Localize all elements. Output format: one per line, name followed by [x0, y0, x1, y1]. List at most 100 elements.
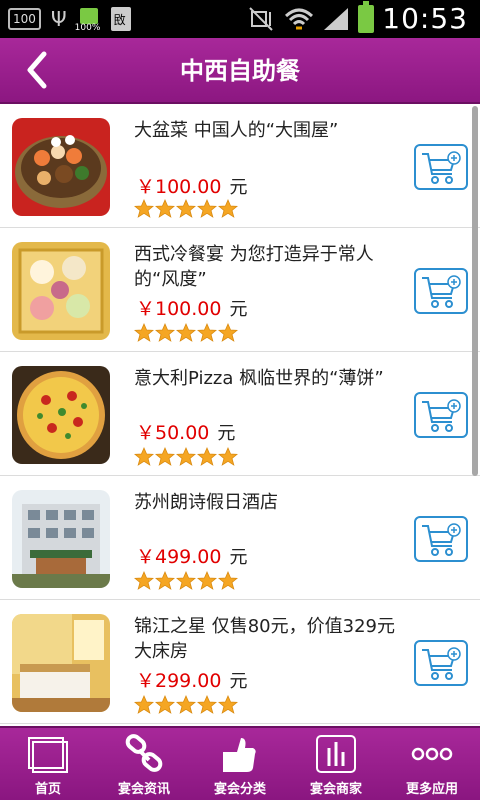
more-icon — [411, 747, 453, 761]
star-icon — [176, 199, 196, 218]
signal-icon — [324, 7, 349, 30]
star-icon — [134, 571, 154, 590]
nav-label: 宴会商家 — [309, 782, 362, 797]
star-icon — [218, 695, 238, 714]
star-icon — [218, 447, 238, 466]
list-item[interactable]: 苏州朗诗假日酒店 ￥499.00 元 — [0, 476, 480, 600]
price: ￥499.00 — [136, 546, 222, 568]
pizza-thumbnail[interactable] — [12, 366, 110, 464]
rating-stars — [134, 447, 238, 467]
hotel-building-thumbnail[interactable] — [12, 490, 110, 588]
cart-icon — [422, 647, 461, 680]
star-icon — [197, 323, 217, 342]
price: ￥50.00 — [136, 422, 210, 444]
star-icon — [134, 199, 154, 218]
star-icon — [197, 199, 217, 218]
price-row: ￥100.00 元 — [136, 172, 247, 199]
nav-label: 宴会资讯 — [117, 782, 170, 797]
rating-stars — [134, 571, 238, 591]
price-row: ￥50.00 元 — [136, 418, 235, 445]
product-list[interactable]: 大盆菜 中国人的“大围屋” ￥100.00 元 西式冷餐宴 为您打造异于常人的“… — [0, 104, 480, 726]
price-unit: 元 — [229, 547, 248, 568]
price-row: ￥499.00 元 — [136, 542, 247, 569]
battery-full-icon: 100% — [75, 6, 101, 33]
star-icon — [155, 571, 175, 590]
star-icon — [176, 571, 196, 590]
add-to-cart-button[interactable] — [414, 516, 468, 562]
star-icon — [218, 199, 238, 218]
star-icon — [155, 199, 175, 218]
bar-chart-icon — [316, 735, 356, 773]
add-to-cart-button[interactable] — [414, 392, 468, 438]
link-icon — [125, 734, 163, 772]
battery-icon — [358, 0, 375, 33]
document-icon: 敃 — [110, 7, 131, 31]
nav-label: 宴会分类 — [213, 782, 266, 797]
star-icon — [134, 323, 154, 342]
add-to-cart-button[interactable] — [414, 144, 468, 190]
usb-icon: Ψ — [50, 7, 67, 31]
item-title[interactable]: 苏州朗诗假日酒店 — [134, 490, 398, 515]
document-icon-glyph: 敃 — [113, 13, 126, 27]
list-item[interactable]: 西式冷餐宴 为您打造异于常人的“风度” ￥100.00 元 — [0, 228, 480, 352]
star-icon — [176, 323, 196, 342]
star-icon — [155, 695, 175, 714]
price-row: ￥100.00 元 — [136, 294, 247, 321]
star-icon — [197, 571, 217, 590]
star-icon — [218, 571, 238, 590]
star-icon — [197, 695, 217, 714]
hotel-room-thumbnail[interactable] — [12, 614, 110, 712]
thumbs-up-icon — [223, 738, 256, 772]
star-icon — [155, 323, 175, 342]
price-unit: 元 — [229, 177, 248, 198]
price-unit: 元 — [229, 671, 248, 692]
nav-item-banquet-news[interactable]: 宴会资讯 — [96, 728, 192, 800]
list-item[interactable]: 大盆菜 中国人的“大围屋” ￥100.00 元 — [0, 104, 480, 228]
list-item[interactable]: 意大利Pizza 枫临世界的“薄饼” ￥50.00 元 — [0, 352, 480, 476]
star-icon — [176, 695, 196, 714]
star-icon — [134, 447, 154, 466]
item-title[interactable]: 锦江之星 仅售80元，价值329元大床房 — [134, 614, 398, 664]
nav-item-home[interactable]: 首页 — [0, 728, 96, 800]
price: ￥100.00 — [136, 176, 222, 198]
item-title[interactable]: 西式冷餐宴 为您打造异于常人的“风度” — [134, 242, 398, 292]
cart-icon — [422, 523, 461, 556]
add-to-cart-button[interactable] — [414, 640, 468, 686]
home-icon — [28, 737, 68, 773]
star-icon — [134, 695, 154, 714]
nav-item-more-apps[interactable]: 更多应用 — [384, 728, 480, 800]
clock: 10:53 — [382, 2, 468, 35]
nav-label: 更多应用 — [405, 782, 458, 797]
price-row: ￥299.00 元 — [136, 666, 247, 693]
rating-stars — [134, 695, 238, 715]
notification-badge: 100 — [8, 8, 41, 30]
nav-item-banquet-merchants[interactable]: 宴会商家 — [288, 728, 384, 800]
status-bar: 100 Ψ 100% 敃 10:53 — [0, 0, 480, 38]
scrollbar[interactable] — [472, 106, 478, 476]
item-title[interactable]: 意大利Pizza 枫临世界的“薄饼” — [134, 366, 398, 391]
mute-icon — [249, 6, 274, 31]
nav-item-banquet-category[interactable]: 宴会分类 — [192, 728, 288, 800]
star-icon — [197, 447, 217, 466]
chevron-left-icon — [27, 51, 47, 89]
list-item[interactable]: 锦江之星 仅售80元，价值329元大床房 ￥299.00 元 — [0, 600, 480, 724]
back-button[interactable] — [18, 48, 62, 92]
price-unit: 元 — [229, 299, 248, 320]
rating-stars — [134, 323, 238, 343]
buffet-platter-thumbnail[interactable] — [12, 242, 110, 340]
cart-icon — [422, 151, 461, 184]
page-title: 中西自助餐 — [180, 57, 300, 85]
price-unit: 元 — [217, 423, 236, 444]
title-bar: 中西自助餐 — [0, 38, 480, 104]
price: ￥299.00 — [136, 670, 222, 692]
nav-label: 首页 — [34, 782, 61, 797]
cart-icon — [422, 399, 461, 432]
seafood-pot-thumbnail[interactable] — [12, 118, 110, 216]
wifi-icon — [285, 8, 314, 29]
bottom-nav: 首页 宴会资讯 宴会分类 宴会商家 更多应用 — [0, 726, 480, 800]
star-icon — [218, 323, 238, 342]
add-to-cart-button[interactable] — [414, 268, 468, 314]
price: ￥100.00 — [136, 298, 222, 320]
item-title[interactable]: 大盆菜 中国人的“大围屋” — [134, 118, 398, 143]
cart-icon — [422, 275, 461, 308]
